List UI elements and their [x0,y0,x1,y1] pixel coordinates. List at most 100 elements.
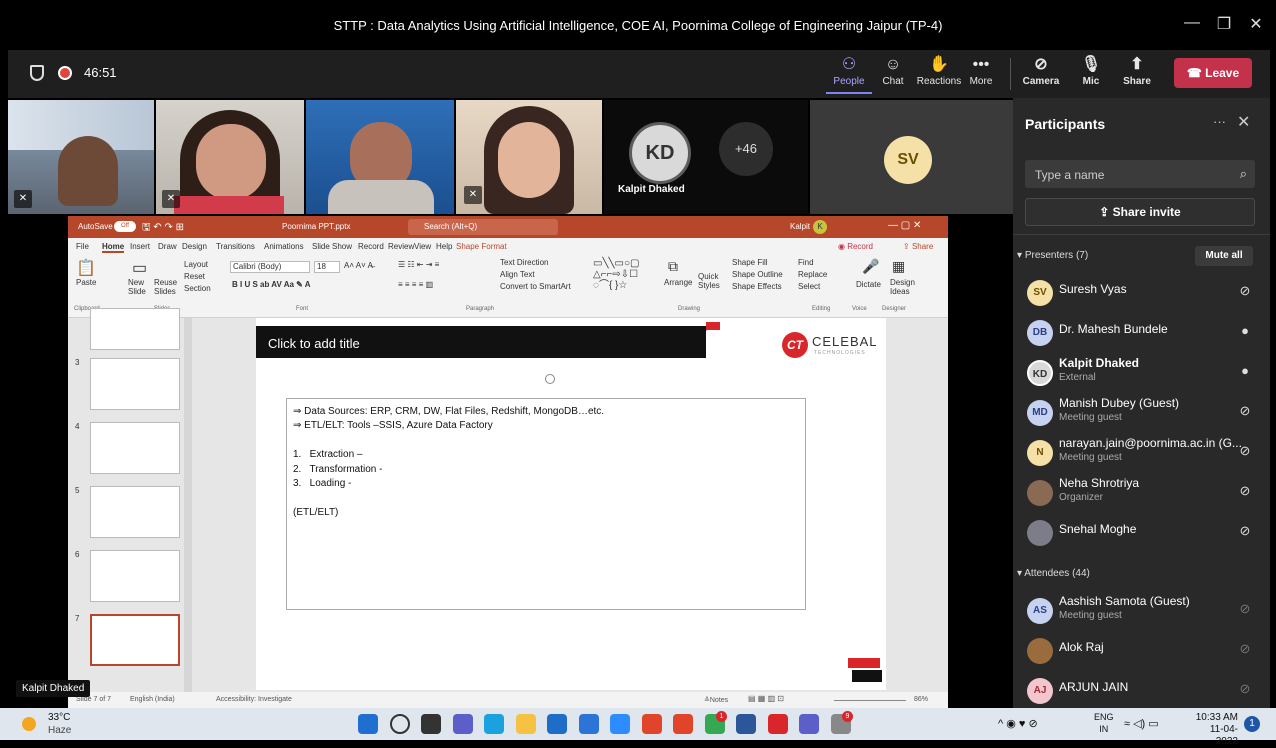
text-direction-button[interactable]: Text Direction [500,258,548,267]
participant-row[interactable]: DB Dr. Mahesh Bundele ● [1013,314,1270,354]
paste-icon[interactable]: 📋 [76,258,96,278]
font-name-select[interactable]: Calibri (Body) [230,261,310,273]
participant-row[interactable]: AS Aashish Samota (Guest) Meeting guest ⊘ [1013,592,1270,632]
close-panel-icon[interactable]: ✕ [1237,112,1250,132]
shape-outline-button[interactable]: Shape Outline [732,270,783,279]
participant-row[interactable]: AJ ARJUN JAIN ⊘ [1013,672,1270,712]
tab-record[interactable]: Record [358,242,384,251]
design-ideas-button[interactable]: Design Ideas [890,278,916,296]
text-box[interactable]: ⇒ Data Sources: ERP, CRM, DW, Flat Files… [286,398,806,610]
participant-row[interactable]: Nnarayan.jain@poornima.ac.in (G... Meetin… [1013,434,1270,474]
tab-animations[interactable]: Animations [264,242,304,251]
reactions-button[interactable]: ✋ Reactions [916,54,962,94]
people-button[interactable]: ⚇ People [826,54,872,94]
tab-insert[interactable]: Insert [130,242,150,251]
camera-button[interactable]: ⊘ Camera [1018,54,1064,94]
share-button[interactable]: ⬆ Share [1114,54,1160,94]
zoom-slider[interactable] [834,700,906,701]
video-tile-participant-1[interactable]: ✕ [8,100,154,214]
quick-styles-button[interactable]: Quick Styles [698,272,724,290]
chat-button[interactable]: ☺ Chat [870,54,916,94]
ppt-share-button[interactable]: ⇪ Share [903,242,933,251]
slide-thumbnail[interactable] [90,550,180,602]
close-icon[interactable]: ✕ [1244,14,1268,34]
list-icons[interactable]: ☰ ☷ ⇤ ⇥ ≡ [398,260,439,269]
arrange-button[interactable]: Arrange [664,278,692,287]
slide[interactable]: Click to add title CT CELEBAL TECHNOLOGI… [256,318,886,690]
arrange-icon[interactable]: ⧉ [668,258,678,275]
participant-row[interactable]: SV Suresh Vyas ⊘ [1013,274,1270,314]
record-button[interactable]: ◉ Record [838,242,873,251]
overflow-count[interactable]: +46 [719,122,773,176]
new-slide-icon[interactable]: ▭ [132,258,147,278]
video-tile-suresh[interactable]: SV [810,100,1013,214]
zoom-icon[interactable] [610,714,630,734]
mail-icon[interactable] [547,714,567,734]
find-button[interactable]: Find [798,258,814,267]
reset-button[interactable]: Reset [184,272,205,281]
section-button[interactable]: Section [184,284,211,293]
mute-all-button[interactable]: Mute all [1195,246,1253,266]
file-explorer-icon[interactable] [515,714,536,734]
tab-view[interactable]: View [414,242,431,251]
search-icon[interactable] [389,714,410,734]
presenters-header[interactable]: ▾ Presenters (7) [1017,250,1088,261]
mic-button[interactable]: 🎙 Mic [1068,54,1114,94]
maximize-icon[interactable]: ❐ [1212,14,1236,34]
video-tile-participant-2[interactable]: ✕ [156,100,304,214]
shape-fill-button[interactable]: Shape Fill [732,258,768,267]
participant-row[interactable]: Alok Raj ⊘ [1013,632,1270,672]
chrome-profile-icon[interactable] [673,714,693,734]
slide-thumbnail[interactable] [90,422,180,474]
tab-help[interactable]: Help [436,242,452,251]
network-volume-battery-icons[interactable]: ≈ ◁) ▭ [1124,717,1159,730]
weather-temp[interactable]: 33°C [48,712,70,723]
participant-row[interactable]: MD Manish Dubey (Guest) Meeting guest ⊘ [1013,394,1270,434]
video-tile-participant-4[interactable]: ✕ [456,100,602,214]
language-indicator[interactable]: ENG IN [1094,711,1114,735]
slide-thumbnail[interactable] [90,614,180,666]
tab-review[interactable]: Review [388,242,414,251]
chrome-icon[interactable] [641,714,662,734]
rotate-handle[interactable] [545,374,555,384]
select-button[interactable]: Select [798,282,820,291]
chat-icon[interactable] [452,714,473,734]
reuse-slides-button[interactable]: Reuse Slides [154,278,184,296]
slide-thumbnail[interactable] [90,486,180,538]
tab-design[interactable]: Design [182,242,207,251]
teams-icon[interactable] [799,714,819,734]
tab-home[interactable]: Home [102,242,125,253]
replace-button[interactable]: Replace [798,270,827,279]
paste-button[interactable]: Paste [76,278,96,287]
font-format-icons[interactable]: B I U S ab AV Aa ✎ A [232,280,311,289]
slide-thumbnail[interactable] [90,308,180,350]
acrobat-icon[interactable] [767,714,788,734]
tab-draw[interactable]: Draw [158,242,177,251]
shapes-gallery[interactable]: ▭╲╲▭○▢ △⌐⌐⇨⇩☐ ◌⌒{ }☆ [593,258,657,291]
tab-shape-format[interactable]: Shape Format [456,242,507,251]
search-input[interactable]: Type a name ⌕ [1025,160,1255,188]
leave-button[interactable]: ☎ Leave [1174,58,1252,88]
tab-file[interactable]: File [76,242,89,251]
align-icons[interactable]: ≡ ≡ ≡ ≡ ▥ [398,280,433,289]
minimize-icon[interactable]: — [1180,14,1204,34]
task-view-icon[interactable] [421,714,441,734]
dictate-button[interactable]: Dictate [856,280,881,289]
smartart-button[interactable]: Convert to SmartArt [500,282,571,291]
shape-effects-button[interactable]: Shape Effects [732,282,782,291]
tab-slide-show[interactable]: Slide Show [312,242,352,251]
share-invite-button[interactable]: ⇪ Share invite [1025,198,1255,226]
tray-icons[interactable]: ^ ◉ ♥ ⊘ [998,717,1038,730]
tab-transitions[interactable]: Transitions [216,242,255,251]
notes-button[interactable]: ≙Notes [704,696,728,704]
thumbnails-scrollbar[interactable] [184,318,192,692]
slide-thumbnail[interactable] [90,358,180,410]
edge-icon[interactable] [484,714,504,734]
ppt-window-controls[interactable]: — ▢ ✕ [888,220,921,231]
view-buttons[interactable]: ▤ ▦ ▥ ⊡ [748,694,784,703]
layout-button[interactable]: Layout [184,260,208,269]
more-options-icon[interactable]: ··· [1213,114,1226,129]
ppt-search-box[interactable]: Search (Alt+Q) [408,219,558,235]
clock[interactable]: 10:33 AM 11-04-2022 [1188,712,1238,748]
font-size-select[interactable]: 18 [314,261,340,273]
